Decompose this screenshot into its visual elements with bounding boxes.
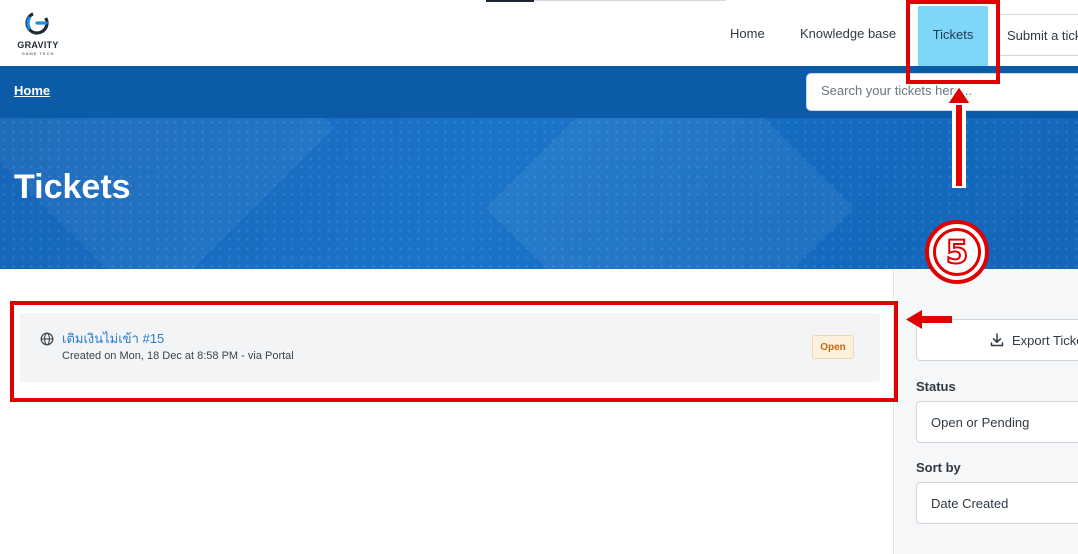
annotation-step-number: 5 bbox=[933, 228, 981, 276]
ticket-list: เติมเงินไม่เข้า #15 Created on Mon, 18 D… bbox=[0, 269, 894, 554]
status-badge: Open bbox=[812, 335, 854, 359]
main-content: เติมเงินไม่เข้า #15 Created on Mon, 18 D… bbox=[0, 269, 1078, 554]
logo-subtext: GAME TECH bbox=[21, 51, 55, 56]
sort-select[interactable]: Date Created bbox=[916, 482, 1078, 524]
export-tickets-button[interactable]: Export Tickets bbox=[916, 319, 1078, 361]
hero-pattern bbox=[0, 118, 1078, 269]
annotation-step-badge: 5 bbox=[925, 220, 989, 284]
sort-label: Sort by bbox=[916, 460, 961, 475]
nav-tickets[interactable]: Tickets bbox=[918, 6, 988, 66]
search-box[interactable] bbox=[806, 73, 1078, 111]
filter-sidebar: Export Tickets Status Open or Pending So… bbox=[895, 269, 1078, 554]
ticket-card[interactable]: เติมเงินไม่เข้า #15 Created on Mon, 18 D… bbox=[20, 313, 880, 382]
search-input[interactable] bbox=[821, 83, 1061, 98]
nav-home[interactable]: Home bbox=[730, 26, 765, 41]
ticket-meta: Created on Mon, 18 Dec at 8:58 PM - via … bbox=[62, 350, 294, 362]
breadcrumb-home[interactable]: Home bbox=[14, 83, 50, 98]
hero-banner: Tickets bbox=[0, 118, 1078, 269]
gravity-logo-icon bbox=[25, 11, 49, 35]
globe-icon bbox=[40, 332, 54, 346]
top-divider-accent bbox=[486, 0, 534, 2]
status-label: Status bbox=[916, 379, 956, 394]
logo[interactable]: GRAVITY GAME TECH bbox=[12, 10, 64, 58]
page-title: Tickets bbox=[14, 168, 131, 206]
breadcrumb-bar: Home bbox=[0, 66, 1078, 118]
status-select[interactable]: Open or Pending bbox=[916, 401, 1078, 443]
logo-text: GRAVITY bbox=[17, 40, 59, 50]
export-label: Export Tickets bbox=[1012, 333, 1078, 348]
download-icon bbox=[990, 333, 1004, 347]
submit-ticket-button[interactable]: Submit a ticket bbox=[996, 14, 1078, 56]
ticket-title-link[interactable]: เติมเงินไม่เข้า #15 bbox=[62, 328, 164, 349]
top-header: GRAVITY GAME TECH Home Knowledge base Ti… bbox=[0, 0, 1078, 66]
nav-knowledge-base[interactable]: Knowledge base bbox=[800, 26, 896, 41]
